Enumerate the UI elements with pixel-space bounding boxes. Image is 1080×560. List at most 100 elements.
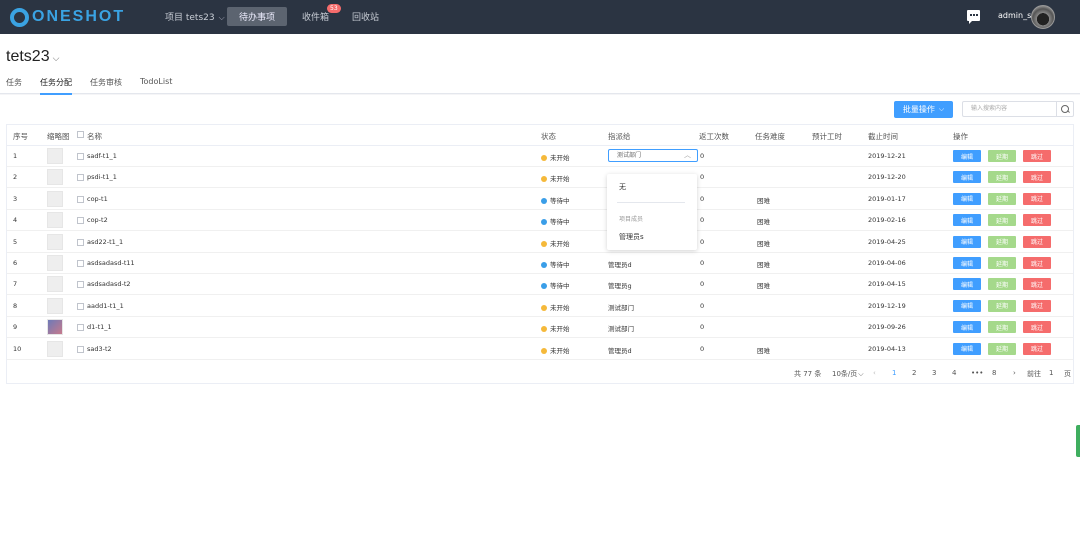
thumbnail[interactable] bbox=[47, 169, 63, 186]
next-page-icon[interactable]: › bbox=[1013, 369, 1016, 377]
task-name[interactable]: asdsadasd-t2 bbox=[87, 280, 131, 288]
assignee-cell[interactable]: 管理员d bbox=[608, 345, 632, 355]
tab-task-assign[interactable]: 任务分配 bbox=[40, 77, 72, 95]
assignee-cell[interactable]: 测试部门 bbox=[608, 302, 634, 312]
skip-button[interactable]: 跳过 bbox=[1023, 257, 1051, 269]
tab-todolist[interactable]: TodoList bbox=[140, 77, 172, 95]
edit-button[interactable]: 编辑 bbox=[953, 257, 981, 269]
extend-button[interactable]: 延期 bbox=[988, 257, 1016, 269]
avatar[interactable] bbox=[1031, 5, 1055, 29]
dropdown-option-member[interactable]: 管理员s bbox=[619, 232, 644, 242]
tab-task-review[interactable]: 任务审核 bbox=[90, 77, 122, 95]
row-checkbox[interactable] bbox=[77, 260, 84, 267]
extend-button[interactable]: 延期 bbox=[988, 235, 1016, 248]
task-name[interactable]: cop-t1 bbox=[87, 195, 108, 203]
message-icon[interactable] bbox=[967, 10, 980, 24]
assignee-cell[interactable]: 管理员g bbox=[608, 280, 632, 290]
prev-page-icon[interactable]: ‹ bbox=[873, 369, 876, 377]
row-index: 9 bbox=[13, 323, 18, 332]
extend-button[interactable]: 延期 bbox=[988, 299, 1016, 312]
recycle-bin-link[interactable]: 回收站 bbox=[352, 10, 379, 23]
page-number[interactable]: 1 bbox=[892, 369, 896, 377]
assignee-cell[interactable]: 管理员d bbox=[608, 259, 632, 269]
thumbnail[interactable] bbox=[47, 148, 63, 164]
skip-button[interactable]: 跳过 bbox=[1023, 171, 1051, 184]
skip-button[interactable]: 跳过 bbox=[1023, 321, 1051, 334]
thumbnail[interactable] bbox=[47, 190, 63, 207]
page-number[interactable]: 3 bbox=[932, 369, 936, 377]
page-number[interactable]: 2 bbox=[912, 369, 916, 377]
task-name[interactable]: asdsadasd-t11 bbox=[87, 259, 135, 267]
task-name[interactable]: aadd1-t1_1 bbox=[87, 302, 124, 310]
user-name[interactable]: admin_s bbox=[998, 11, 1031, 20]
extend-button[interactable]: 延期 bbox=[988, 278, 1016, 291]
goto-page-input[interactable]: 1 bbox=[1049, 369, 1053, 377]
extend-button[interactable]: 延期 bbox=[988, 150, 1016, 162]
project-selector[interactable]: 项目 tets23 ⌵ bbox=[165, 10, 225, 23]
oneshot-logo[interactable]: ONESHOT bbox=[10, 6, 125, 28]
select-all-checkbox[interactable] bbox=[77, 131, 84, 138]
thumbnail[interactable] bbox=[47, 255, 63, 271]
thumbnail[interactable] bbox=[47, 276, 63, 293]
row-checkbox[interactable] bbox=[77, 281, 84, 289]
row-checkbox[interactable] bbox=[77, 345, 84, 353]
page-title-wrap[interactable]: tets23 ⌵ bbox=[6, 48, 59, 66]
skip-button[interactable]: 跳过 bbox=[1023, 278, 1051, 291]
side-handle[interactable] bbox=[1076, 425, 1080, 457]
skip-button[interactable]: 跳过 bbox=[1023, 299, 1051, 312]
skip-button[interactable]: 跳过 bbox=[1023, 214, 1051, 227]
task-name[interactable]: asd22-t1_1 bbox=[87, 238, 123, 246]
todo-nav-button[interactable]: 待办事项 bbox=[227, 7, 287, 26]
extend-button[interactable]: 延期 bbox=[988, 192, 1016, 205]
extend-button[interactable]: 延期 bbox=[988, 214, 1016, 227]
task-name[interactable]: d1-t1_1 bbox=[87, 323, 112, 331]
row-checkbox[interactable] bbox=[77, 238, 84, 246]
extend-button[interactable]: 延期 bbox=[988, 342, 1016, 355]
tab-tasks[interactable]: 任务 bbox=[6, 77, 22, 95]
edit-button[interactable]: 编辑 bbox=[953, 150, 981, 162]
skip-button[interactable]: 跳过 bbox=[1023, 342, 1051, 355]
page-header: tets23 ⌵ 任务 任务分配 任务审核 TodoList bbox=[0, 34, 1080, 95]
skip-button[interactable]: 跳过 bbox=[1023, 235, 1051, 248]
edit-button[interactable]: 编辑 bbox=[953, 342, 981, 355]
thumbnail[interactable] bbox=[47, 212, 63, 229]
batch-operation-button[interactable]: 批量操作 ⌵ bbox=[894, 101, 953, 118]
thumbnail[interactable] bbox=[47, 319, 63, 336]
page-number[interactable]: 8 bbox=[992, 369, 996, 377]
edit-button[interactable]: 编辑 bbox=[953, 235, 981, 248]
skip-button[interactable]: 跳过 bbox=[1023, 150, 1051, 162]
row-checkbox[interactable] bbox=[77, 153, 84, 160]
row-checkbox[interactable] bbox=[77, 302, 84, 310]
extend-button[interactable]: 延期 bbox=[988, 171, 1016, 184]
edit-button[interactable]: 编辑 bbox=[953, 278, 981, 291]
edit-button[interactable]: 编辑 bbox=[953, 214, 981, 227]
page-size-select[interactable]: 10条/页⌵ bbox=[832, 369, 864, 379]
thumbnail[interactable] bbox=[47, 297, 63, 314]
row-checkbox[interactable] bbox=[77, 217, 84, 225]
edit-button[interactable]: 编辑 bbox=[953, 321, 981, 334]
search-input[interactable]: 输入搜索内容 bbox=[962, 101, 1074, 117]
search-icon[interactable] bbox=[1056, 102, 1073, 116]
thumbnail[interactable] bbox=[47, 340, 63, 357]
row-checkbox[interactable] bbox=[77, 324, 84, 332]
assignee-select[interactable]: 测试部门 ︿ bbox=[608, 149, 698, 162]
extend-button[interactable]: 延期 bbox=[988, 321, 1016, 334]
row-checkbox[interactable] bbox=[77, 195, 84, 203]
table-row: 3 cop-t1 等待中 0 困难 2019-01-17 编辑 延期 跳过 bbox=[7, 189, 1073, 210]
task-name[interactable]: psdi-t1_1 bbox=[87, 173, 117, 181]
dropdown-option-none[interactable]: 无 bbox=[619, 182, 626, 192]
skip-button[interactable]: 跳过 bbox=[1023, 192, 1051, 205]
page-ellipsis[interactable]: ••• bbox=[971, 369, 983, 377]
edit-button[interactable]: 编辑 bbox=[953, 192, 981, 205]
row-checkbox[interactable] bbox=[77, 174, 84, 182]
thumbnail[interactable] bbox=[47, 233, 63, 250]
inbox-nav-link[interactable]: 收件箱 53 bbox=[302, 4, 341, 23]
edit-button[interactable]: 编辑 bbox=[953, 299, 981, 312]
task-name[interactable]: cop-t2 bbox=[87, 216, 108, 224]
edit-button[interactable]: 编辑 bbox=[953, 171, 981, 184]
task-name[interactable]: sad3-t2 bbox=[87, 345, 112, 353]
page-number[interactable]: 4 bbox=[952, 369, 956, 377]
assignee-cell[interactable]: 测试部门 bbox=[608, 323, 634, 333]
task-name[interactable]: sadf-t1_1 bbox=[87, 152, 117, 160]
return-count: 0 bbox=[700, 280, 705, 289]
